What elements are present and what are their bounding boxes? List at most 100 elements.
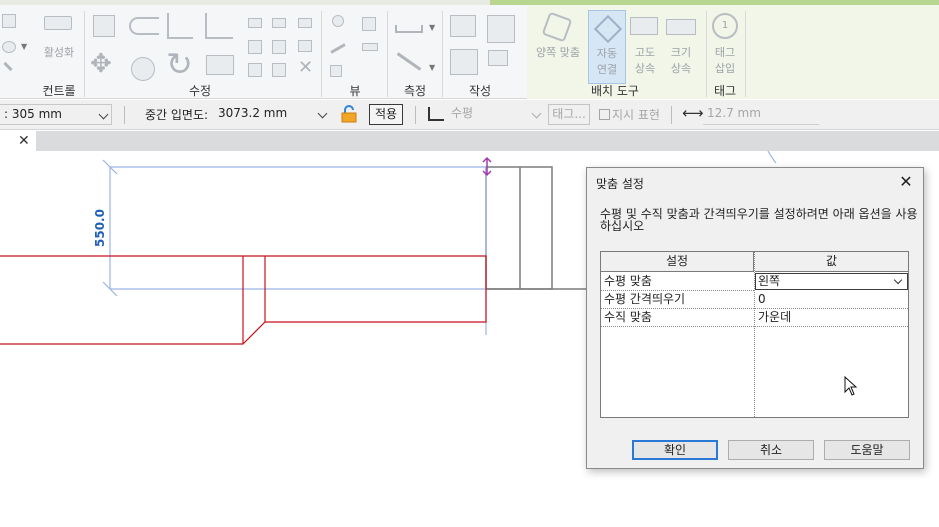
- elevation-inherit-label-1[interactable]: 고도: [628, 45, 662, 61]
- align-both-button[interactable]: 양쪽 맞춤: [530, 45, 586, 61]
- activate-icon[interactable]: [44, 16, 72, 30]
- dialog-title: 맞춤 설정: [596, 177, 644, 191]
- thin-lines-icon[interactable]: [362, 43, 378, 51]
- panel-separator: [442, 11, 443, 97]
- mid-elevation-dropdown[interactable]: 3073.2 mm: [214, 104, 330, 125]
- auto-connect-label-2: 연결: [596, 63, 618, 76]
- leader-checkbox[interactable]: [599, 109, 610, 120]
- size-inherit-label-1[interactable]: 크기: [664, 45, 698, 61]
- mirror-pick-icon[interactable]: [167, 13, 193, 39]
- activate-button[interactable]: 활성화: [37, 45, 81, 61]
- horizontal-offset-field[interactable]: 0: [755, 291, 908, 309]
- chevron-down-icon: [317, 108, 328, 119]
- offset-small-icon[interactable]: [272, 63, 286, 77]
- create-group-icon[interactable]: [450, 49, 478, 75]
- apply-button[interactable]: 적용: [369, 104, 403, 125]
- move-icon[interactable]: ✥: [90, 49, 112, 79]
- diameter-value: : 305 mm: [4, 107, 62, 121]
- close-icon[interactable]: ✕: [895, 172, 917, 192]
- override-icon[interactable]: [362, 17, 376, 31]
- row-setting-label: 수직 맞춤: [604, 310, 652, 324]
- split-icon[interactable]: [248, 18, 262, 28]
- delete-icon[interactable]: ✕: [298, 57, 313, 78]
- dimension-label[interactable]: 550.0: [93, 197, 109, 247]
- grid-cell-setting: 수평 맞춤: [601, 273, 754, 291]
- leader-length-field[interactable]: 12.7 mm: [703, 104, 819, 125]
- trim-icon[interactable]: [206, 55, 234, 75]
- tag-orientation-icon: [428, 107, 444, 121]
- ribbon: ▼ 활성화 컨트롤 ✥ ↻ ✕ 수정 뷰 ▼ ▼ 측정 작성 양쪽 맞춤 자동 …: [0, 5, 939, 99]
- cancel-button[interactable]: 취소: [728, 440, 814, 460]
- grid-header-value-label: 값: [825, 254, 838, 268]
- chevron-down-icon[interactable]: ▼: [21, 42, 27, 51]
- mirror-draw-icon[interactable]: [205, 13, 233, 39]
- create-assembly-icon[interactable]: [488, 50, 508, 66]
- panel-label-modify: 수정: [188, 84, 212, 98]
- hammer-icon[interactable]: [3, 61, 13, 72]
- unpin-icon[interactable]: [272, 18, 286, 28]
- paint-bucket-icon[interactable]: [330, 65, 342, 77]
- copy-icon[interactable]: [131, 57, 155, 81]
- rotate-icon[interactable]: ↻: [166, 45, 193, 83]
- grid-cell-setting: 수평 간격띄우기: [601, 291, 754, 309]
- orientation-value: 수평: [451, 106, 474, 120]
- length-icon: ⟷: [682, 104, 704, 122]
- horizontal-align-select[interactable]: 왼쪽: [755, 273, 908, 290]
- size-inherit-label-2[interactable]: 상속: [664, 61, 698, 77]
- leader-length-value: 12.7 mm: [707, 106, 761, 120]
- apply-label: 적용: [374, 107, 398, 121]
- elevation-inherit-label-2[interactable]: 상속: [628, 61, 662, 77]
- linework-icon[interactable]: [330, 43, 346, 54]
- alignment-settings-dialog: 맞춤 설정 ✕ 수평 및 수직 맞춤과 간격띄우기를 설정하려면 아래 옵션을 …: [586, 167, 924, 469]
- scale-icon[interactable]: [248, 63, 262, 77]
- tag-insert-label-2[interactable]: 삽입: [708, 61, 742, 77]
- tag-icon[interactable]: 1: [712, 13, 738, 39]
- elevation-inherit-icon[interactable]: [630, 17, 658, 35]
- offset-icon[interactable]: [129, 17, 159, 35]
- close-icon[interactable]: ✕: [18, 131, 30, 151]
- view-tab-strip: ✕: [0, 131, 939, 151]
- chevron-down-icon[interactable]: ▼: [429, 23, 435, 32]
- grid-header-value: 값: [755, 252, 908, 272]
- trim-single-icon[interactable]: [298, 40, 312, 52]
- mid-elevation-value: 3073.2 mm: [218, 106, 288, 120]
- panel-separator: [387, 11, 388, 97]
- tag-button[interactable]: 태그...: [548, 104, 590, 125]
- dimension-icon[interactable]: [396, 52, 422, 71]
- row-setting-label: 수평 맞춤: [604, 274, 652, 288]
- auto-connect-button[interactable]: 자동 연결: [588, 10, 626, 84]
- panel-separator: [84, 11, 85, 97]
- unlock-icon[interactable]: [341, 105, 357, 123]
- row-value: 가운데: [758, 310, 792, 324]
- help-button[interactable]: 도움말: [824, 440, 910, 460]
- chevron-down-icon: [893, 275, 903, 285]
- paint-icon[interactable]: [2, 41, 16, 53]
- vertical-align-field[interactable]: 가운데: [755, 309, 908, 327]
- array-icon[interactable]: [248, 40, 262, 54]
- control-icon-a[interactable]: [2, 14, 16, 28]
- pin-icon[interactable]: [272, 40, 286, 54]
- view-tab[interactable]: ✕: [0, 131, 36, 151]
- tag-badge: 1: [721, 20, 729, 31]
- diameter-dropdown[interactable]: : 305 mm: [0, 104, 112, 125]
- fixture-outline: [485, 166, 553, 290]
- panel-label-tag: 태그: [713, 84, 737, 98]
- create-part-icon[interactable]: [450, 15, 476, 37]
- tag-insert-label-1[interactable]: 태그: [708, 45, 742, 61]
- measure-icon[interactable]: [395, 25, 423, 33]
- chevron-down-icon[interactable]: ▼: [429, 63, 435, 72]
- panel-label-create: 작성: [468, 84, 492, 98]
- separator: [415, 106, 416, 124]
- size-inherit-icon[interactable]: [666, 19, 696, 35]
- ok-button[interactable]: 확인: [632, 440, 718, 460]
- create-similar-icon[interactable]: [487, 15, 515, 43]
- row-value: 왼쪽: [758, 274, 781, 288]
- orientation-dropdown[interactable]: 수평: [447, 104, 544, 125]
- align-icon[interactable]: [93, 15, 115, 37]
- panel-label-measure: 측정: [403, 84, 427, 98]
- panel-label-layout-tools: 배치 도구: [591, 84, 639, 98]
- leader-label: 지시 표현: [612, 108, 660, 122]
- hide-icon[interactable]: [332, 15, 344, 27]
- panel-label-control: 컨트롤: [42, 84, 76, 98]
- split-gap-icon[interactable]: [298, 18, 312, 28]
